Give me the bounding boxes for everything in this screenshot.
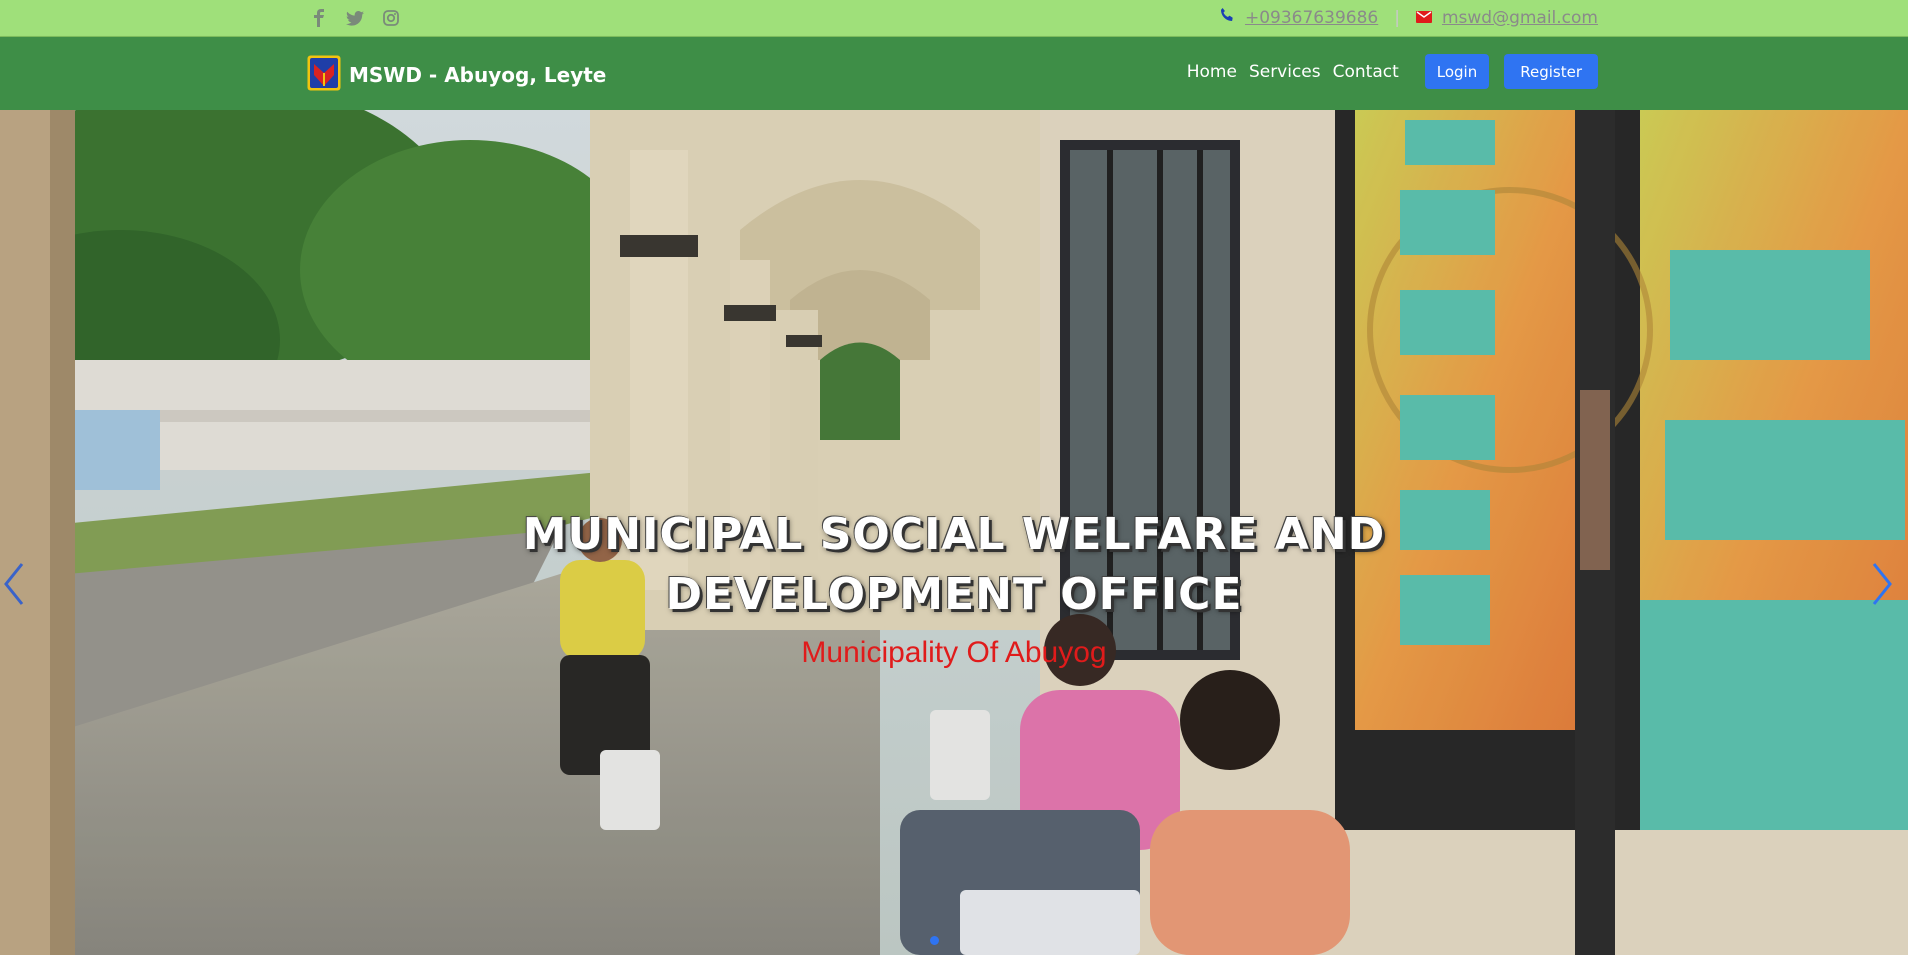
hero-title: MUNICIPAL SOCIAL WELFARE AND DEVELOPMENT…: [0, 505, 1908, 625]
phone-icon: [1219, 7, 1235, 28]
hero-carousel: MUNICIPAL SOCIAL WELFARE AND DEVELOPMENT…: [0, 110, 1908, 955]
carousel-prev-button[interactable]: [2, 562, 38, 622]
register-button[interactable]: Register: [1504, 54, 1598, 89]
email-icon: [1415, 8, 1432, 28]
brand[interactable]: MSWD - Abuyog, Leyte: [307, 55, 606, 95]
hero-title-line-1: MUNICIPAL SOCIAL WELFARE AND: [522, 509, 1386, 560]
login-button[interactable]: Login: [1424, 54, 1490, 89]
facebook-icon[interactable]: [310, 9, 328, 27]
phone-link[interactable]: +09367639686: [1245, 8, 1378, 28]
carousel-indicator[interactable]: [930, 936, 939, 945]
chevron-right-icon: [1872, 563, 1892, 605]
nav-services[interactable]: Services: [1249, 62, 1321, 82]
dswd-logo-icon: [307, 55, 341, 95]
nav-contact[interactable]: Contact: [1333, 62, 1399, 82]
social-links: [310, 9, 400, 27]
carousel-next-button[interactable]: [1870, 562, 1906, 622]
email-link[interactable]: mswd@gmail.com: [1442, 8, 1598, 28]
nav-home[interactable]: Home: [1187, 62, 1237, 82]
nav-links: Home Services Contact Login Register: [1187, 54, 1598, 89]
divider: |: [1394, 7, 1400, 28]
hero-title-line-2: DEVELOPMENT OFFICE: [665, 569, 1243, 620]
navbar: MSWD - Abuyog, Leyte Home Services Conta…: [0, 37, 1908, 110]
instagram-icon[interactable]: [382, 9, 400, 27]
brand-title: MSWD - Abuyog, Leyte: [349, 63, 607, 87]
contact-info: +09367639686 | mswd@gmail.com: [1219, 7, 1598, 28]
twitter-icon[interactable]: [346, 9, 364, 27]
chevron-left-icon: [4, 563, 24, 605]
hero-subtitle: Municipality Of Abuyog: [801, 636, 1107, 669]
top-bar: +09367639686 | mswd@gmail.com: [0, 0, 1908, 37]
